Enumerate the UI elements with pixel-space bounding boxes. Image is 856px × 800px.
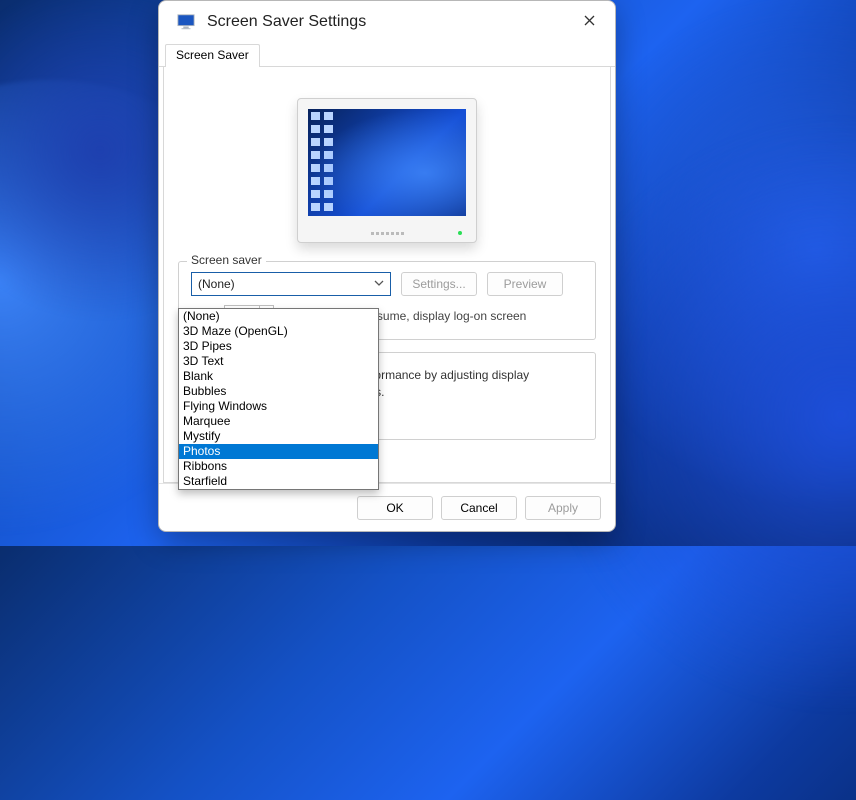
dropdown-option[interactable]: Blank [179,369,378,384]
ok-button[interactable]: OK [357,496,433,520]
preview-monitor [297,98,477,243]
screensaver-select[interactable]: (None) [191,272,391,296]
settings-button[interactable]: Settings... [401,272,477,296]
window-title: Screen Saver Settings [207,13,567,31]
dialog-footer: OK Cancel Apply [159,483,615,531]
preview-button[interactable]: Preview [487,272,563,296]
close-button[interactable] [567,7,611,37]
dropdown-option[interactable]: Bubbles [179,384,378,399]
close-icon [584,13,595,31]
screen-saver-dialog: Screen Saver Settings Screen Saver [158,0,616,532]
cancel-button[interactable]: Cancel [441,496,517,520]
titlebar: Screen Saver Settings [159,1,615,43]
screensaver-icon [177,13,195,31]
chevron-down-icon [374,277,384,291]
tab-body: Screen saver (None) Settings... Preview … [163,66,611,483]
dropdown-option[interactable]: 3D Pipes [179,339,378,354]
dropdown-option[interactable]: Marquee [179,414,378,429]
dropdown-option[interactable]: Flying Windows [179,399,378,414]
tab-screen-saver[interactable]: Screen Saver [165,44,260,67]
dropdown-option[interactable]: Starfield [179,474,378,489]
preview-screen [308,109,466,216]
dropdown-option[interactable]: Mystify [179,429,378,444]
tabstrip: Screen Saver [159,43,615,67]
group-legend: Screen saver [187,253,266,267]
combo-selected-label: (None) [198,277,235,291]
dropdown-option[interactable]: Photos [179,444,378,459]
apply-button[interactable]: Apply [525,496,601,520]
dropdown-option[interactable]: 3D Maze (OpenGL) [179,324,378,339]
screensaver-dropdown[interactable]: (None)3D Maze (OpenGL)3D Pipes3D TextBla… [178,308,379,490]
dropdown-option[interactable]: Ribbons [179,459,378,474]
preview-area [178,78,596,261]
dropdown-option[interactable]: 3D Text [179,354,378,369]
dropdown-option[interactable]: (None) [179,309,378,324]
